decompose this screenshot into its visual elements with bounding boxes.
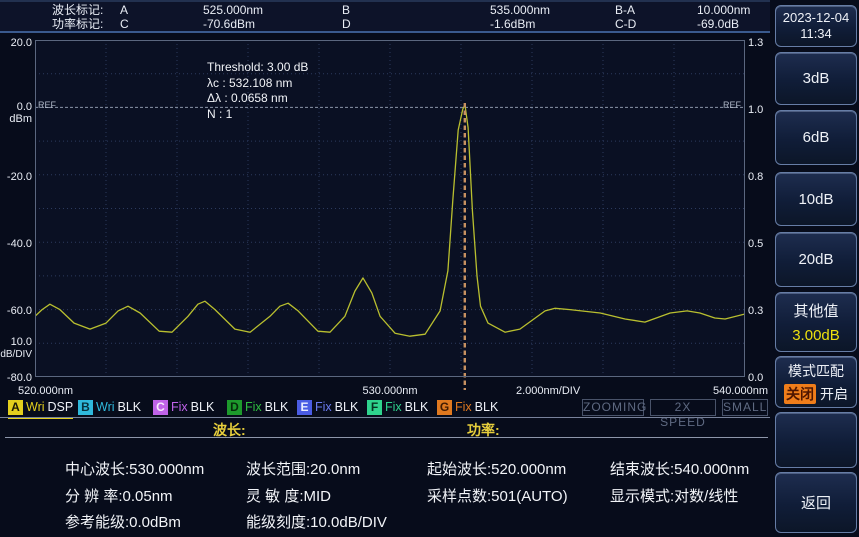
- annotation-delta-lambda: Δλ : 0.0658 nm: [207, 91, 308, 107]
- trace-c-swatch: C: [153, 400, 168, 415]
- trace-a-swatch: A: [8, 400, 23, 415]
- xtick-start: 520.000nm: [18, 385, 73, 397]
- trace-b-swatch: B: [78, 400, 93, 415]
- marker-b: B: [342, 3, 350, 17]
- marker-d-value: -1.6dBm: [490, 17, 535, 31]
- trace-f-status: BLK: [405, 400, 429, 414]
- y-scale-value: 10.0: [0, 336, 32, 348]
- annotation-threshold: Threshold: 3.00 dB: [207, 60, 308, 76]
- display-mode-value: 显示模式:对数/线性: [610, 485, 738, 506]
- ytick-left-m60: -60.0: [0, 305, 32, 317]
- trace-f-swatch: F: [367, 400, 382, 415]
- ytick-left-0: 0.0: [0, 101, 32, 113]
- datetime-button[interactable]: 2023-12-04 11:34: [775, 5, 857, 47]
- marker-c-value: -70.6dBm: [203, 17, 255, 31]
- trace-b-status: BLK: [118, 400, 142, 414]
- mode-match-label: 模式匹配: [788, 361, 844, 381]
- marker-ba: B-A: [615, 3, 635, 17]
- trace-c-mode: Fix: [171, 400, 188, 414]
- time-text: 11:34: [800, 26, 832, 42]
- trace-b-mode: Wri: [96, 400, 115, 414]
- annotation-center-wavelength: λc : 532.108 nm: [207, 76, 308, 92]
- center-wavelength-value: 中心波长:530.000nm: [65, 458, 204, 479]
- span-value: 波长范围:20.0nm: [246, 458, 360, 479]
- stop-wavelength-value: 结束波长:540.000nm: [610, 458, 749, 479]
- other-value-button[interactable]: 其他值 3.00dB: [775, 292, 857, 352]
- sensitivity-value: 灵 敏 度:MID: [246, 485, 331, 506]
- ytick-left-m80: -80.0: [0, 372, 32, 384]
- trace-d-status: BLK: [265, 400, 289, 414]
- mode-match-off-chip[interactable]: 关闭: [784, 384, 816, 404]
- 3db-button[interactable]: 3dB: [775, 52, 857, 105]
- 10db-button[interactable]: 10dB: [775, 172, 857, 226]
- y-unit-dbm: dBm: [0, 113, 32, 125]
- other-value-amount: 3.00dB: [792, 327, 840, 344]
- wavelength-section-line: [5, 437, 430, 438]
- marker-a: A: [120, 3, 128, 17]
- trace-g-selector[interactable]: G Fix BLK: [437, 398, 498, 416]
- start-wavelength-value: 起始波长:520.000nm: [427, 458, 566, 479]
- trace-g-status: BLK: [475, 400, 499, 414]
- ref-label-right: REF: [723, 100, 741, 110]
- panel-divider: [0, 417, 770, 418]
- trace-f-selector[interactable]: F Fix BLK: [367, 398, 428, 416]
- trace-d-selector[interactable]: D Fix BLK: [227, 398, 288, 416]
- blank-button[interactable]: [775, 412, 857, 468]
- trace-g-mode: Fix: [455, 400, 472, 414]
- mode-match-button[interactable]: 模式匹配 关闭 开启: [775, 356, 857, 408]
- trace-d-mode: Fix: [245, 400, 262, 414]
- reference-level-value: 参考能级:0.0dBm: [65, 511, 181, 532]
- trace-b-selector[interactable]: B Wri BLK: [78, 398, 141, 416]
- other-value-label: 其他值: [793, 300, 838, 321]
- 6db-button[interactable]: 6dB: [775, 110, 857, 165]
- trace-f-mode: Fix: [385, 400, 402, 414]
- ref-label-left: REF: [38, 100, 56, 110]
- trace-g-swatch: G: [437, 400, 452, 415]
- trace-e-mode: Fix: [315, 400, 332, 414]
- sample-points-value: 采样点数:501(AUTO): [427, 485, 568, 506]
- zooming-button[interactable]: ZOOMING: [582, 399, 644, 416]
- spectrum-plot: [35, 40, 745, 392]
- trace-a-selector[interactable]: A Wri DSP: [8, 398, 73, 419]
- trace-e-swatch: E: [297, 400, 312, 415]
- wavelength-marker-label: 波长标记:: [52, 3, 103, 17]
- ytick-left-20: 20.0: [0, 37, 32, 49]
- marker-ba-value: 10.000nm: [697, 3, 750, 17]
- xtick-end: 540.000nm: [700, 385, 768, 397]
- 20db-button[interactable]: 20dB: [775, 232, 857, 287]
- osa-screen: 波长标记: A 525.000nm B 535.000nm B-A 10.000…: [0, 0, 859, 537]
- back-button[interactable]: 返回: [775, 472, 857, 533]
- 2x-speed-button[interactable]: 2X SPEED: [650, 399, 716, 416]
- x-div-label: 2.000nm/DIV: [516, 385, 580, 397]
- trace-e-status: BLK: [335, 400, 359, 414]
- level-scale-value: 能级刻度:10.0dB/DIV: [246, 511, 387, 532]
- power-section-line: [425, 437, 768, 438]
- marker-a-value: 525.000nm: [203, 3, 263, 17]
- ytick-left-m20: -20.0: [0, 171, 32, 183]
- marker-cd: C-D: [615, 17, 636, 31]
- marker-d: D: [342, 17, 351, 31]
- xtick-center: 530.000nm: [355, 385, 425, 397]
- trace-e-selector[interactable]: E Fix BLK: [297, 398, 358, 416]
- marker-c: C: [120, 17, 129, 31]
- resolution-value: 分 辨 率:0.05nm: [65, 485, 173, 506]
- y-scale-unit: dB/DIV: [0, 349, 32, 361]
- marker-b-value: 535.000nm: [490, 3, 550, 17]
- marker-cd-value: -69.0dB: [697, 17, 739, 31]
- small-button[interactable]: SMALL: [722, 399, 768, 416]
- annotation-n-count: N : 1: [207, 107, 308, 123]
- trace-c-selector[interactable]: C Fix BLK: [153, 398, 214, 416]
- date-text: 2023-12-04: [783, 10, 850, 26]
- ytick-left-m40: -40.0: [0, 238, 32, 250]
- trace-c-status: BLK: [191, 400, 215, 414]
- trace-a-status: DSP: [48, 400, 74, 414]
- trace-d-swatch: D: [227, 400, 242, 415]
- peak-analysis-annotation: Threshold: 3.00 dB λc : 532.108 nm Δλ : …: [207, 60, 308, 122]
- marker-header: 波长标记: A 525.000nm B 535.000nm B-A 10.000…: [0, 0, 770, 33]
- mode-match-on-option[interactable]: 开启: [820, 384, 848, 404]
- trace-a-mode: Wri: [26, 400, 45, 414]
- power-marker-label: 功率标记:: [52, 17, 103, 31]
